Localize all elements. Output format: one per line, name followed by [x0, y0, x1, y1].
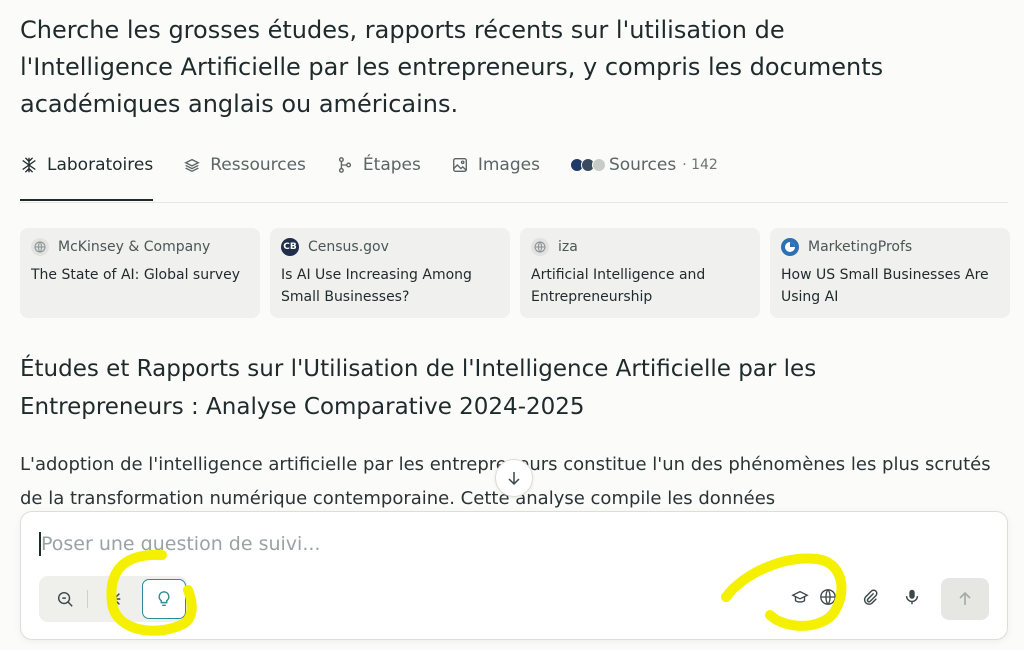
composer-tools — [781, 580, 929, 614]
source-site: iza — [558, 239, 578, 255]
web-source-button[interactable] — [811, 580, 845, 614]
source-title: How US Small Businesses Are Using AI — [781, 267, 989, 305]
tab-images[interactable]: Images — [451, 146, 540, 184]
voice-button[interactable] — [895, 580, 929, 614]
arrow-up-icon — [959, 591, 971, 605]
tab-etapes[interactable]: Étapes — [336, 146, 421, 184]
tab-label: Ressources — [210, 155, 306, 175]
image-icon — [452, 158, 467, 172]
arrow-down-icon — [508, 472, 520, 486]
text-caret — [39, 532, 41, 556]
tab-label: Laboratoires — [47, 155, 154, 175]
source-card[interactable]: CB Census.gov Is AI Use Increasing Among… — [270, 228, 510, 318]
source-site: MarketingProfs — [808, 239, 913, 255]
result-tabs: Laboratoires Ressources Étapes Images So… — [20, 146, 1008, 203]
source-cards: McKinsey & Company The State of AI: Glob… — [20, 228, 1010, 318]
labs-mode-button[interactable] — [142, 579, 186, 619]
source-card[interactable]: McKinsey & Company The State of AI: Glob… — [20, 228, 260, 318]
tab-sources[interactable]: Sources · 142 — [569, 146, 718, 184]
answer-heading: Études et Rapports sur l'Utilisation de … — [20, 356, 817, 420]
tab-label: Images — [477, 155, 540, 175]
mode-selector — [39, 576, 187, 622]
source-card[interactable]: MarketingProfs How US Small Businesses A… — [770, 228, 1010, 318]
tab-label: Étapes — [362, 155, 421, 175]
tab-laboratoires[interactable]: Laboratoires — [20, 146, 154, 201]
mode-divider — [87, 590, 88, 608]
labs-bulb-icon — [158, 591, 170, 607]
tab-ressources[interactable]: Ressources — [183, 146, 306, 184]
globe-icon — [31, 238, 49, 256]
search-mode-button[interactable] — [47, 581, 83, 617]
marketingprofs-logo — [781, 238, 799, 256]
census-logo: CB — [281, 238, 299, 256]
follow-up-input[interactable] — [39, 528, 943, 560]
source-site: McKinsey & Company — [58, 239, 211, 255]
layers-icon — [184, 158, 201, 173]
search-icon — [57, 591, 73, 607]
submit-button[interactable] — [941, 578, 989, 620]
follow-up-composer — [20, 511, 1008, 640]
globe-icon — [531, 238, 549, 256]
source-card[interactable]: iza Artificial Intelligence and Entrepre… — [520, 228, 760, 318]
attach-button[interactable] — [853, 580, 887, 614]
sources-count: · 142 — [682, 157, 718, 173]
source-title: Is AI Use Increasing Among Small Busines… — [281, 267, 472, 305]
attach-icon — [863, 589, 878, 605]
scroll-down-button[interactable] — [495, 459, 533, 497]
steps-icon — [338, 157, 351, 173]
web-globe-icon — [820, 589, 836, 605]
source-site: Census.gov — [308, 239, 389, 255]
query-title: Cherche les grosses études, rapports réc… — [20, 16, 884, 118]
microphone-icon — [905, 589, 919, 605]
research-mode-button[interactable] — [96, 581, 132, 617]
research-icon — [107, 592, 121, 606]
source-title: Artificial Intelligence and Entrepreneur… — [531, 267, 706, 305]
academic-icon — [791, 590, 809, 603]
source-title: The State of AI: Global survey — [31, 267, 241, 283]
sources-icon — [569, 158, 606, 172]
tab-label: Sources — [608, 155, 677, 175]
labs-icon — [22, 157, 36, 173]
academic-source-button[interactable] — [789, 580, 811, 614]
